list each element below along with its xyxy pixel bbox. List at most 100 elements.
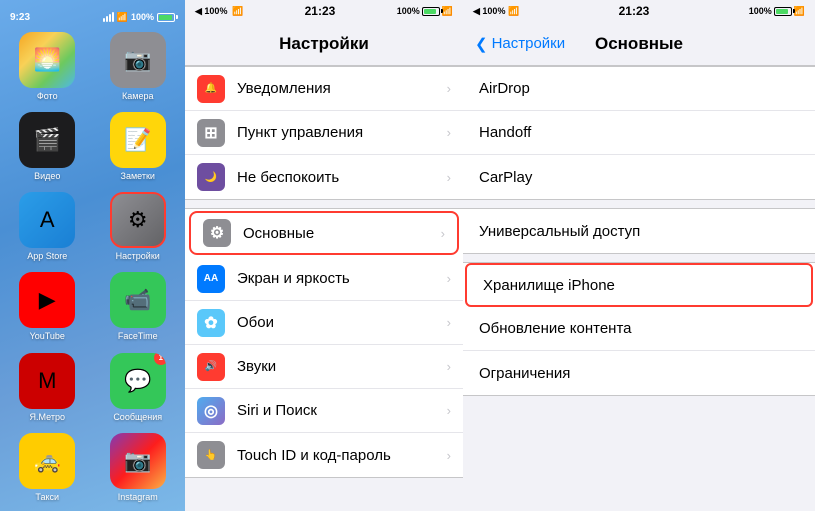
back-label: Настройки <box>492 35 566 52</box>
app-item-instagram[interactable]: 📷 Instagram <box>97 433 180 505</box>
status-icons-left: 📶 100% <box>103 12 175 23</box>
general-item-carplay[interactable]: CarPlay <box>463 155 815 199</box>
storage-label: Хранилище iPhone <box>483 277 795 294</box>
settings-list: 🔔Уведомления›⊞Пункт управления›🌙Не беспо… <box>185 66 463 511</box>
general-section-1: AirDrop Handoff CarPlay <box>463 66 815 200</box>
general-title: Основные <box>595 34 683 54</box>
display-settings-label: Экран и яркость <box>237 270 447 287</box>
general-item-content_update[interactable]: Обновление контента <box>463 307 815 351</box>
app-grid: 🌅Фото📷Камера🎬Видео📝ЗаметкиAApp Store⚙Нас… <box>6 32 179 505</box>
notifications-settings-label: Уведомления <box>237 80 447 97</box>
battery-icon-right <box>774 7 792 16</box>
display-chevron: › <box>447 271 451 286</box>
touch-settings-icon: 👆 <box>197 441 225 469</box>
battery-pct-middle: 100% <box>397 6 420 16</box>
battery-icon-middle <box>422 7 440 16</box>
settings-item-wallpaper[interactable]: ✿Обои› <box>185 301 463 345</box>
touch-settings-label: Touch ID и код-пароль <box>237 447 447 464</box>
settings-icon: ⚙ <box>110 192 166 248</box>
signal-middle: ◀ 100% 📶 <box>195 6 243 17</box>
display-settings-icon: AA <box>197 265 225 293</box>
control-settings-label: Пункт управления <box>237 124 447 141</box>
video-label: Видео <box>34 171 60 181</box>
general-item-storage[interactable]: Хранилище iPhone <box>465 263 813 307</box>
app-item-video[interactable]: 🎬 Видео <box>6 112 89 184</box>
back-button[interactable]: ❮ Настройки <box>475 35 565 53</box>
signal-right: ◀ 100% 📶 <box>473 6 519 17</box>
settings-item-dnd[interactable]: 🌙Не беспокоить› <box>185 155 463 199</box>
general-list: AirDrop Handoff CarPlay Универсальный досту… <box>463 66 815 511</box>
youtube-label: YouTube <box>30 331 65 341</box>
app-item-messages[interactable]: 💬1 Сообщения <box>97 353 180 425</box>
photos-icon: 🌅 <box>19 32 75 88</box>
messages-badge: 1 <box>154 353 166 365</box>
settings-item-sounds[interactable]: 🔊 Звуки› <box>185 345 463 389</box>
status-time-left: 9:23 <box>10 12 30 23</box>
general-item-airdrop[interactable]: AirDrop <box>463 67 815 111</box>
youtube-icon: ▶ <box>19 272 75 328</box>
battery-area-right: 100% 📶 <box>749 6 805 17</box>
app-item-camera[interactable]: 📷Камера <box>97 32 180 104</box>
notifications-chevron: › <box>447 81 451 96</box>
status-bar-middle: ◀ 100% 📶 21:23 100% 📶 <box>185 0 463 22</box>
siri-settings-label: Siri и Поиск <box>237 402 447 419</box>
settings-item-siri[interactable]: ◎Siri и Поиск› <box>185 389 463 433</box>
sounds-chevron: › <box>447 359 451 374</box>
app-item-taxi[interactable]: 🚕 Такси <box>6 433 89 505</box>
battery-left: 100% <box>131 12 154 22</box>
messages-icon: 💬1 <box>110 353 166 409</box>
general-item-handoff[interactable]: Handoff <box>463 111 815 155</box>
appstore-icon: A <box>19 192 75 248</box>
settings-item-notifications[interactable]: 🔔Уведомления› <box>185 67 463 111</box>
app-item-photos[interactable]: 🌅 Фото <box>6 32 89 104</box>
carplay-label: CarPlay <box>479 169 799 186</box>
sounds-settings-icon: 🔊 <box>197 353 225 381</box>
settings-label: Настройки <box>116 251 160 261</box>
general-item-accessibility[interactable]: Универсальный доступ <box>463 209 815 253</box>
facetime-icon: 📹 <box>110 272 166 328</box>
siri-chevron: › <box>447 403 451 418</box>
status-bar-left: 9:23 📶 100% <box>6 8 179 26</box>
taxi-icon: 🚕 <box>19 433 75 489</box>
notes-icon: 📝 <box>110 112 166 168</box>
instagram-icon: 📷 <box>110 433 166 489</box>
taxi-label: Такси <box>35 492 59 502</box>
airdrop-label: AirDrop <box>479 80 799 97</box>
app-item-settings[interactable]: ⚙ Настройки <box>97 192 180 264</box>
accessibility-label: Универсальный доступ <box>479 223 799 240</box>
general-item-restrictions[interactable]: Ограничения <box>463 351 815 395</box>
battery-pct-right: 100% <box>749 6 772 16</box>
control-chevron: › <box>447 125 451 140</box>
control-settings-icon: ⊞ <box>197 119 225 147</box>
app-item-appstore[interactable]: A App Store <box>6 192 89 264</box>
chevron-left-icon: ❮ <box>475 35 488 53</box>
settings-panel: ◀ 100% 📶 21:23 100% 📶 Настройки 🔔Уведомл… <box>185 0 463 511</box>
status-time-right: 21:23 <box>619 4 650 18</box>
wallpaper-chevron: › <box>447 315 451 330</box>
app-item-facetime[interactable]: 📹 FaceTime <box>97 272 180 344</box>
sounds-settings-label: Звуки <box>237 358 447 375</box>
dnd-settings-icon: 🌙 <box>197 163 225 191</box>
signal-right-2: 📶 <box>794 6 805 17</box>
app-item-youtube[interactable]: ▶ YouTube <box>6 272 89 344</box>
general-nav: ❮ Настройки Основные <box>463 22 815 66</box>
metro-label: Я.Метро <box>30 412 65 422</box>
settings-item-general[interactable]: ⚙Основные› <box>189 211 459 255</box>
general-panel: ◀ 100% 📶 21:23 100% 📶 ❮ Настройки Основн… <box>463 0 815 511</box>
facetime-label: FaceTime <box>118 331 158 341</box>
settings-section-0: 🔔Уведомления›⊞Пункт управления›🌙Не беспо… <box>185 66 463 200</box>
status-bar-right: ◀ 100% 📶 21:23 100% 📶 <box>463 0 815 22</box>
settings-item-control[interactable]: ⊞ Пункт управления› <box>185 111 463 155</box>
instagram-label: Instagram <box>118 492 158 502</box>
appstore-label: App Store <box>27 251 67 261</box>
settings-item-display[interactable]: AA Экран и яркость› <box>185 257 463 301</box>
messages-label: Сообщения <box>113 412 162 422</box>
camera-label: Камера <box>122 91 153 101</box>
video-icon: 🎬 <box>19 112 75 168</box>
settings-item-touch[interactable]: 👆Touch ID и код-пароль› <box>185 433 463 477</box>
app-item-notes[interactable]: 📝Заметки <box>97 112 180 184</box>
content_update-label: Обновление контента <box>479 320 799 337</box>
photos-label: Фото <box>37 91 58 101</box>
app-item-metro[interactable]: МЯ.Метро <box>6 353 89 425</box>
settings-header: Настройки <box>185 22 463 66</box>
